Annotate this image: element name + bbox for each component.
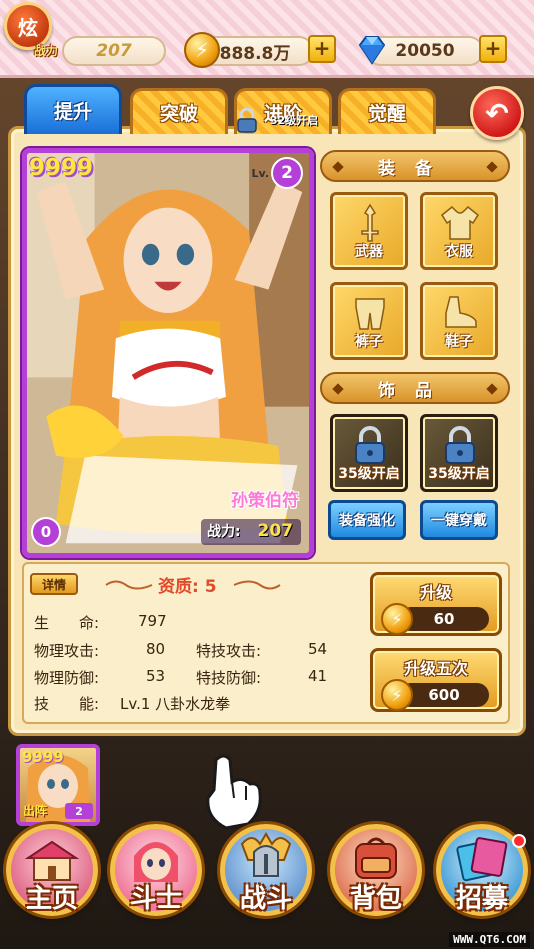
fighter-icon <box>134 842 178 882</box>
equip-slot-pants-label: 裤子 <box>355 334 383 350</box>
house-icon <box>24 840 80 881</box>
power-tag: 战力 <box>34 44 59 58</box>
watermark: WWW.QT6.COM <box>449 932 530 947</box>
equip-slot-weapon-label: 武器 <box>355 244 383 260</box>
accessory-slot-1-label: 35级开启 <box>338 466 400 482</box>
stat-hp-value: 797 <box>138 612 167 630</box>
nav-fighters-label: 斗士 <box>129 884 182 914</box>
add-gold-button[interactable]: + <box>308 35 336 63</box>
stat-skill-def-value: 41 <box>308 667 328 685</box>
hero-level-label: Lv. <box>251 167 269 180</box>
stat-skill-atk-value: 54 <box>308 640 328 658</box>
gold-coin-icon: ⚡ <box>184 32 220 68</box>
equip-slot-shoes-label: 鞋子 <box>445 334 473 350</box>
hero-level-badge: 2 <box>271 157 303 189</box>
stat-skill-atk-label: 特技攻击: <box>196 642 262 660</box>
hero-power-value: 207 <box>257 521 294 541</box>
nav-home-label: 主页 <box>25 884 78 914</box>
coin-icon: ⚡ <box>381 679 413 711</box>
nav-backpack[interactable]: 背包 <box>326 820 426 920</box>
stat-skill-label: 技 能: <box>34 695 100 713</box>
lock-icon <box>445 426 475 464</box>
equip-slot-pants[interactable]: 裤子 <box>330 282 408 360</box>
stat-skill-def-label: 特技防御: <box>196 669 262 687</box>
equip-all-button[interactable]: 一键穿戴 <box>420 500 498 540</box>
stat-skill-value: Lv.1 八卦水龙拳 <box>120 695 231 713</box>
nav-recruit[interactable]: 招募 <box>432 820 532 920</box>
tab-upgrade[interactable]: 提升 <box>24 84 122 134</box>
tab-awaken[interactable]: 觉醒 <box>338 88 436 134</box>
back-button[interactable]: ↶ <box>470 86 524 140</box>
team-hero-level: 2 <box>65 803 93 819</box>
team-hero-stars: 9999 <box>22 748 64 766</box>
stat-phys-def-label: 物理防御: <box>34 669 100 687</box>
accessory-slot-2-label: 35级开启 <box>428 466 490 482</box>
backpack-icon <box>355 837 397 879</box>
team-hero-slot[interactable]: 9999 出阵 2 <box>16 744 100 826</box>
nav-battle[interactable]: 战斗 <box>216 820 316 920</box>
quality-ornament-right-icon <box>233 580 281 590</box>
recruit-cards-icon <box>456 837 508 882</box>
nav-fighters[interactable]: 斗士 <box>106 820 206 920</box>
equip-slot-shoes[interactable]: 鞋子 <box>420 282 498 360</box>
power-value: 207 <box>62 36 166 66</box>
add-gem-button[interactable]: + <box>479 35 507 63</box>
nav-backpack-label: 背包 <box>349 884 402 914</box>
tab-breakthrough[interactable]: 突破 <box>130 88 228 134</box>
top-status-bar: 炫 战力 207 888.8万 ⚡ + 20050 + <box>0 0 534 78</box>
equipment-section-title: 装备 <box>320 150 510 182</box>
stat-phys-def-value: 53 <box>146 667 166 685</box>
shoe-icon <box>445 296 477 328</box>
hero-card[interactable]: 9999 Lv. 2 孙策伯符 战力: 207 0 <box>22 148 314 558</box>
accessory-section-title: 饰品 <box>320 372 510 404</box>
battle-helmet-icon <box>240 832 292 877</box>
tab-lock-icon <box>237 108 257 133</box>
equip-slot-clothes[interactable]: 衣服 <box>420 192 498 270</box>
tab-advance-lock-label: 32级开启 <box>270 114 319 127</box>
stat-phys-atk-label: 物理攻击: <box>34 642 100 660</box>
hero-star-rating: 9999 <box>29 155 94 181</box>
level-up-label: 升级 <box>419 583 452 602</box>
equip-slot-clothes-label: 衣服 <box>445 244 473 260</box>
accessory-slot-1[interactable]: 35级开启 <box>330 414 408 492</box>
stat-phys-atk-value: 80 <box>146 640 166 658</box>
lock-icon <box>355 426 385 464</box>
level-up-five-button[interactable]: 升级五次 600 ⚡ <box>370 648 502 712</box>
team-deploy-label: 出阵 <box>23 804 48 818</box>
nav-battle-label: 战斗 <box>239 884 292 914</box>
diamond-icon <box>358 36 386 65</box>
recruit-notification-badge <box>512 834 526 848</box>
sword-icon <box>361 203 379 242</box>
equip-slot-weapon[interactable]: 武器 <box>330 192 408 270</box>
hero-power-label: 战力: <box>207 524 241 540</box>
level-up-button[interactable]: 升级 60 ⚡ <box>370 572 502 636</box>
level-up-five-label: 升级五次 <box>403 659 468 678</box>
quality-label: 资质: 5 <box>158 577 217 597</box>
detail-button[interactable]: 详情 <box>30 573 78 595</box>
quality-ornament-left-icon <box>105 580 153 590</box>
pants-icon <box>355 298 385 330</box>
accessory-slot-2[interactable]: 35级开启 <box>420 414 498 492</box>
equipment-enhance-button[interactable]: 装备强化 <box>328 500 406 540</box>
hero-count-badge: 0 <box>31 517 61 547</box>
shirt-icon <box>441 205 479 240</box>
stat-hp-label: 生 命: <box>34 614 100 632</box>
nav-home[interactable]: 主页 <box>2 820 102 920</box>
coin-icon: ⚡ <box>381 603 413 635</box>
hero-name: 孙策伯符 <box>231 491 299 511</box>
nav-recruit-label: 招募 <box>455 884 508 914</box>
